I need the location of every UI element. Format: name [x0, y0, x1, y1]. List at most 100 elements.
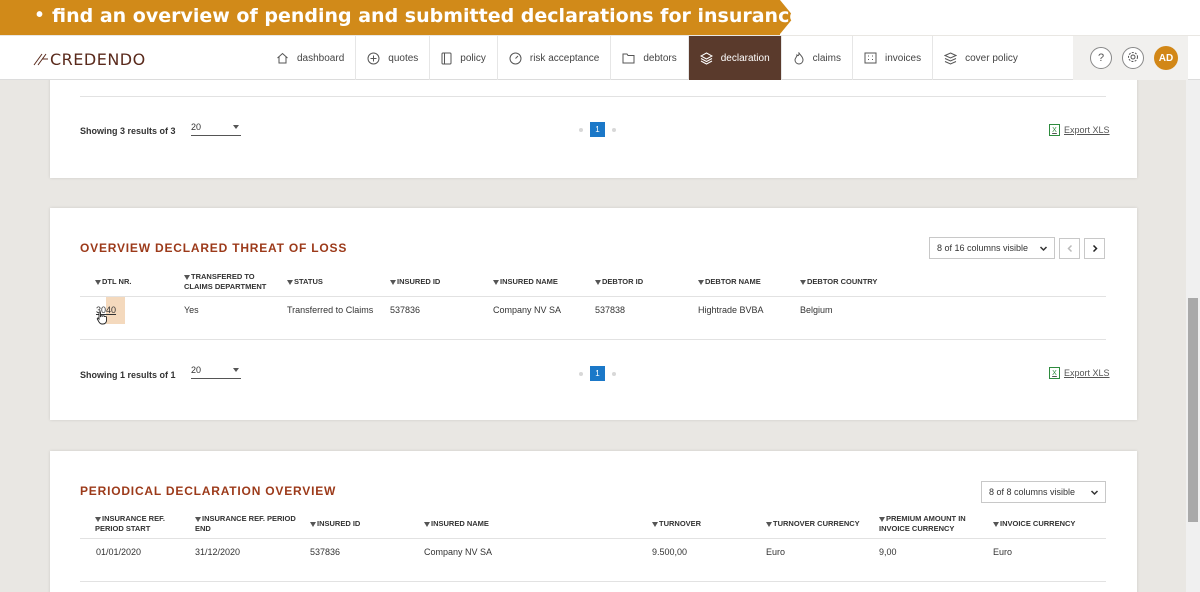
col-dtl-nr[interactable]: DTL NR.	[95, 277, 180, 287]
hand-cursor-icon	[96, 311, 108, 330]
settings-icon	[1127, 51, 1139, 66]
caption-text: find an overview of pending and submitte…	[52, 5, 803, 27]
filter-icon	[424, 521, 430, 527]
col-premium-amount[interactable]: PREMIUM AMOUNT IN INVOICE CURRENCY	[879, 514, 979, 534]
credendo-logo-mark-icon	[33, 51, 49, 67]
results-count: Showing 1 results of 1	[80, 370, 176, 380]
help-button[interactable]: ?	[1090, 47, 1112, 69]
gauge-icon	[509, 52, 522, 65]
nav-label-risk-acceptance: risk acceptance	[529, 52, 600, 64]
col-turnover[interactable]: TURNOVER	[652, 519, 752, 529]
filter-icon	[95, 279, 101, 285]
col-debtor-country[interactable]: DEBTOR COUNTRY	[800, 277, 910, 287]
columns-visible-select[interactable]: 8 of 8 columns visible	[981, 481, 1106, 503]
nav-label-invoices: invoices	[884, 52, 922, 64]
excel-icon: X	[1049, 124, 1060, 136]
grid-icon	[864, 52, 877, 64]
home-icon	[276, 52, 289, 64]
columns-visible-value: 8 of 16 columns visible	[937, 243, 1029, 253]
cell-transferred: Yes	[184, 305, 199, 315]
page-1-button[interactable]: 1	[590, 366, 605, 381]
filter-icon	[595, 279, 601, 285]
nav-item-dashboard[interactable]: dashboard	[265, 36, 357, 80]
declarations-card: Showing 3 results of 3 20 1 X Export XLS	[50, 70, 1137, 178]
caption-bullet: •	[36, 4, 44, 26]
main-nav: dashboard quotes policy risk acceptance …	[265, 36, 1029, 80]
next-page-dot[interactable]	[612, 127, 616, 132]
columns-next-button[interactable]	[1084, 238, 1105, 259]
filter-icon	[95, 516, 101, 522]
nav-item-policy[interactable]: policy	[430, 36, 498, 80]
folder-icon	[622, 52, 635, 64]
nav-item-cover-policy[interactable]: cover policy	[933, 36, 1029, 80]
filter-icon	[195, 516, 201, 522]
nav-label-debtors: debtors	[643, 52, 677, 64]
settings-button[interactable]	[1122, 47, 1144, 69]
nav-item-risk-acceptance[interactable]: risk acceptance	[498, 36, 612, 80]
page-size-select[interactable]: 20	[191, 122, 241, 136]
export-xls-link[interactable]: X Export XLS	[1049, 124, 1110, 136]
logo-text: CREDENDO	[50, 49, 146, 69]
filter-icon	[184, 274, 190, 280]
col-insured-name[interactable]: INSURED NAME	[493, 277, 593, 287]
nav-label-claims: claims	[812, 52, 841, 64]
nav-item-quotes[interactable]: quotes	[356, 36, 431, 80]
cell-status: Transferred to Claims	[287, 305, 374, 315]
page-1-button[interactable]: 1	[590, 122, 605, 137]
chevron-down-icon	[1039, 244, 1048, 255]
stack-icon	[944, 51, 958, 65]
col-status[interactable]: STATUS	[287, 277, 377, 287]
nav-item-claims[interactable]: claims	[782, 36, 853, 80]
header-divider	[80, 538, 1106, 539]
cell-period-end: 31/12/2020	[195, 547, 241, 557]
periodical-declaration-card: PERIODICAL DECLARATION OVERVIEW 8 of 8 c…	[50, 451, 1137, 592]
prev-page-dot[interactable]	[579, 371, 583, 376]
user-avatar[interactable]: AD	[1154, 46, 1178, 70]
filter-icon	[698, 279, 704, 285]
top-navigation: CREDENDO dashboard quotes policy risk ac…	[0, 36, 1200, 80]
columns-prev-button[interactable]	[1059, 238, 1080, 259]
cell-insured-id: 537836	[310, 547, 341, 557]
export-xls-label: Export XLS	[1064, 368, 1110, 378]
filter-icon	[493, 279, 499, 285]
col-invoice-currency[interactable]: INVOICE CURRENCY	[993, 519, 1103, 529]
pagination: 1	[572, 366, 623, 381]
col-transferred[interactable]: TRANSFERED TO CLAIMS DEPARTMENT	[184, 272, 284, 292]
col-insured-id[interactable]: INSURED ID	[390, 277, 480, 287]
nav-label-declaration: declaration	[720, 52, 770, 64]
page-scrollbar-thumb[interactable]	[1188, 298, 1198, 522]
cell-insured-name: Company NV SA	[493, 305, 562, 315]
table-bottom-divider	[80, 339, 1106, 340]
col-turnover-currency[interactable]: TURNOVER CURRENCY	[766, 519, 876, 529]
filter-icon	[652, 521, 658, 527]
document-icon	[441, 52, 452, 65]
next-page-dot[interactable]	[612, 371, 616, 376]
threat-card-title: OVERVIEW DECLARED THREAT OF LOSS	[80, 241, 348, 255]
nav-label-policy: policy	[460, 52, 486, 64]
caret-down-icon	[233, 368, 239, 372]
nav-right-tools: ? AD	[1073, 36, 1188, 80]
col-debtor-id[interactable]: DEBTOR ID	[595, 277, 685, 287]
cell-invoice-currency: Euro	[993, 547, 1013, 557]
page-size-select[interactable]: 20	[191, 365, 241, 379]
page-size-value: 20	[191, 365, 202, 375]
col-debtor-name[interactable]: DEBTOR NAME	[698, 277, 798, 287]
col-insured-name[interactable]: INSURED NAME	[424, 519, 544, 529]
caption-banner: • find an overview of pending and submit…	[0, 0, 1200, 35]
caret-down-icon	[233, 125, 239, 129]
filter-icon	[800, 279, 806, 285]
col-period-end[interactable]: INSURANCE REF. PERIOD END	[195, 514, 305, 534]
nav-item-invoices[interactable]: invoices	[853, 36, 934, 80]
pagination: 1	[572, 122, 623, 137]
filter-icon	[310, 521, 316, 527]
chevron-right-icon	[1091, 240, 1099, 258]
col-insured-id[interactable]: INSURED ID	[310, 519, 410, 529]
nav-item-debtors[interactable]: debtors	[611, 36, 689, 80]
prev-page-dot[interactable]	[579, 127, 583, 132]
columns-visible-select[interactable]: 8 of 16 columns visible	[929, 237, 1055, 259]
columns-visible-value: 8 of 8 columns visible	[989, 487, 1076, 497]
nav-item-declaration[interactable]: declaration	[688, 36, 782, 80]
credendo-logo[interactable]: CREDENDO	[33, 48, 146, 70]
col-period-start[interactable]: INSURANCE REF. PERIOD START	[95, 514, 195, 534]
export-xls-link[interactable]: X Export XLS	[1049, 367, 1110, 379]
